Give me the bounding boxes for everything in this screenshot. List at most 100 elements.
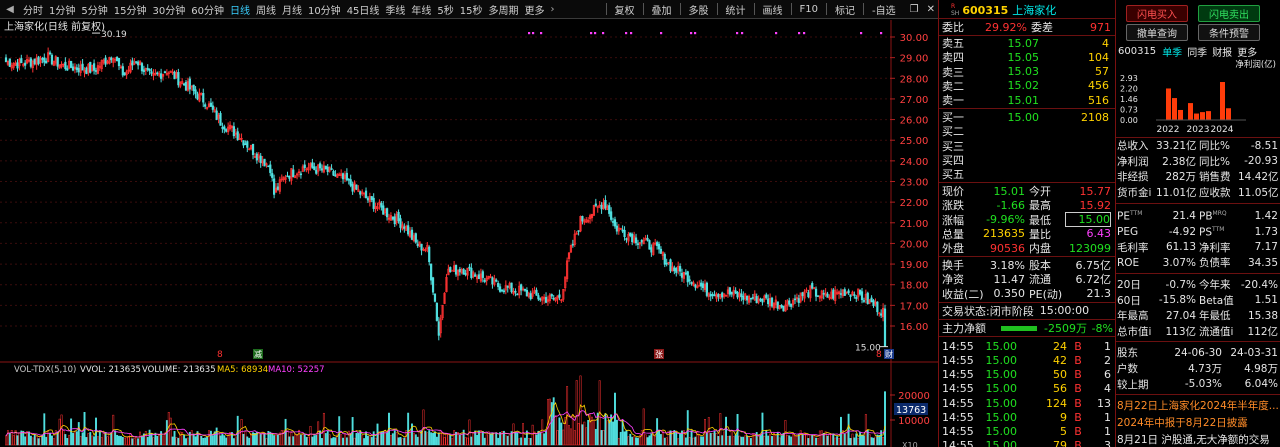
period-tab-5[interactable]: 60分钟 [188,2,227,17]
event-dot[interactable] [540,32,543,35]
fin-tab-3[interactable]: 更多 [1237,44,1257,59]
candle [822,289,825,300]
period-tab-8[interactable]: 月线 [279,2,305,17]
close-icon[interactable]: ✕ [924,4,938,15]
toolbar-right-4[interactable]: 画线 [760,2,786,17]
volume-bar [330,438,333,446]
period-tab-16[interactable]: 更多 [522,2,548,17]
event-dot[interactable] [690,32,693,35]
candle [315,166,318,175]
event-dot[interactable] [630,32,633,35]
period-tab-9[interactable]: 10分钟 [305,2,344,17]
flash-buy-button[interactable]: 闪电买入 [1126,5,1188,22]
event-dot[interactable] [798,32,801,35]
volume-bar [430,432,433,446]
candle [273,174,276,199]
buy-level-4[interactable]: 买四 [939,153,1115,167]
fin-tab-0[interactable]: 单季 [1162,44,1182,59]
event-dot[interactable] [594,32,597,35]
period-tab-0[interactable]: 分时 [20,2,46,17]
volume-bar [198,434,201,446]
candlestick-chart[interactable]: 30.00 29.00 28.00 27.00 26.00 25.00 24.00 23.00… [0,20,938,447]
volume-bar [637,437,639,446]
sell-level-1[interactable]: 卖五 15.07 4 [939,36,1115,51]
tick-price: 15.00 [985,339,1018,353]
sell-level-3[interactable]: 卖三 15.03 57 [939,65,1115,79]
cai-marker[interactable]: 财 [884,349,894,359]
sell-level-2[interactable]: 卖四 15.05 104 [939,50,1115,65]
event-dot[interactable] [775,32,778,35]
event-dot[interactable] [880,32,883,35]
period-tab-7[interactable]: 周线 [253,2,279,17]
event-dot[interactable] [803,32,806,35]
buy-level-1[interactable]: 买一 15.00 2108 [939,110,1115,125]
period-tab-2[interactable]: 5分钟 [78,2,110,17]
buy-level-5[interactable]: 买五 [939,167,1115,181]
marker-8-end[interactable]: 8 [876,350,882,360]
volume-bar [273,435,276,446]
marker-8[interactable]: 8 [217,350,223,360]
event-dot[interactable] [602,32,605,35]
toolbar-right-6[interactable]: 标记 [832,2,858,17]
toolbar-right-2[interactable]: 多股 [686,2,712,17]
event-dot[interactable] [736,32,739,35]
candle [324,165,327,170]
candle [200,92,203,96]
toolbar-right-0[interactable]: 复权 [612,2,638,17]
buy-level-2[interactable]: 买二 [939,124,1115,138]
sell-level-4[interactable]: 卖二 15.02 456 [939,79,1115,93]
fin-tab-1[interactable]: 同季 [1187,44,1207,59]
period-tab-13[interactable]: 5秒 [434,2,456,17]
window-restore-icon[interactable]: ❐ [907,4,922,15]
period-tab-1[interactable]: 1分钟 [46,2,78,17]
fin-y-tick: 2.20 [1120,85,1138,94]
volume-bar [393,430,396,446]
period-tab-11[interactable]: 季线 [382,2,408,17]
event-dot[interactable] [741,32,744,35]
chart-area[interactable]: 上海家化(日线 前复权) 30.00 29.00 28.00 27.00 26.00 25… [0,20,938,447]
event-dot[interactable] [532,32,535,35]
candle [282,176,285,182]
volume-bar [794,435,796,446]
period-tab-12[interactable]: 年线 [408,2,434,17]
event-dot[interactable] [625,32,628,35]
period-tab-10[interactable]: 45日线 [344,2,383,17]
buy-level-3[interactable]: 买三 [939,139,1115,153]
period-tab-6[interactable]: 日线 [227,2,253,17]
event-dot[interactable] [860,32,863,35]
more-chevron-icon[interactable]: › [548,4,558,15]
toolbar-right-7[interactable]: -自选 [869,2,899,17]
order-query-button[interactable]: 撤单查询 [1126,24,1188,41]
ma5-value: MA5: 68934 [217,365,268,375]
main-flow-row[interactable]: 主力净额 -2509万 -8% [939,321,1115,336]
condition-alert-button[interactable]: 条件预警 [1198,24,1260,41]
candle [158,71,161,78]
quote-row-1: 涨跌 -1.66 最高 15.92 [939,198,1115,213]
news-item-0[interactable]: 8月22日上海家化2024年半年度... [1117,397,1280,413]
fin-tab-2[interactable]: 财报 [1212,44,1232,59]
volume-bar [309,426,312,446]
event-dot[interactable] [694,32,697,35]
toolbar-right-3[interactable]: 统计 [723,2,749,17]
volume-bar [633,436,636,446]
jian-marker[interactable]: 减 [253,349,263,359]
period-tab-15[interactable]: 多周期 [486,2,522,17]
toolbar-right-1[interactable]: 叠加 [649,2,675,17]
event-dot[interactable] [590,32,593,35]
period-tab-4[interactable]: 30分钟 [149,2,188,17]
news-item-1[interactable]: 2024年中报于8月22日披露 [1117,414,1280,430]
candle [510,282,513,294]
news-item-2[interactable]: 8月21日 沪股通,无大净额的交易 [1117,431,1280,447]
back-arrow-icon[interactable]: ◀ [0,0,20,19]
period-tab-3[interactable]: 15分钟 [111,2,150,17]
volume-bar [386,432,389,446]
zhang-marker[interactable]: 张 [654,349,664,359]
flash-sell-button[interactable]: 闪电卖出 [1198,5,1260,22]
period-tab-14[interactable]: 15秒 [457,2,486,17]
toolbar-right-5[interactable]: F10 [797,4,821,15]
event-dot[interactable] [660,32,663,35]
candle [160,68,163,83]
trade-status-row: 交易状态: 闭市阶段 15:00:00 [939,304,1115,318]
sell-level-5[interactable]: 卖一 15.01 516 [939,93,1115,108]
event-dot[interactable] [528,32,531,35]
